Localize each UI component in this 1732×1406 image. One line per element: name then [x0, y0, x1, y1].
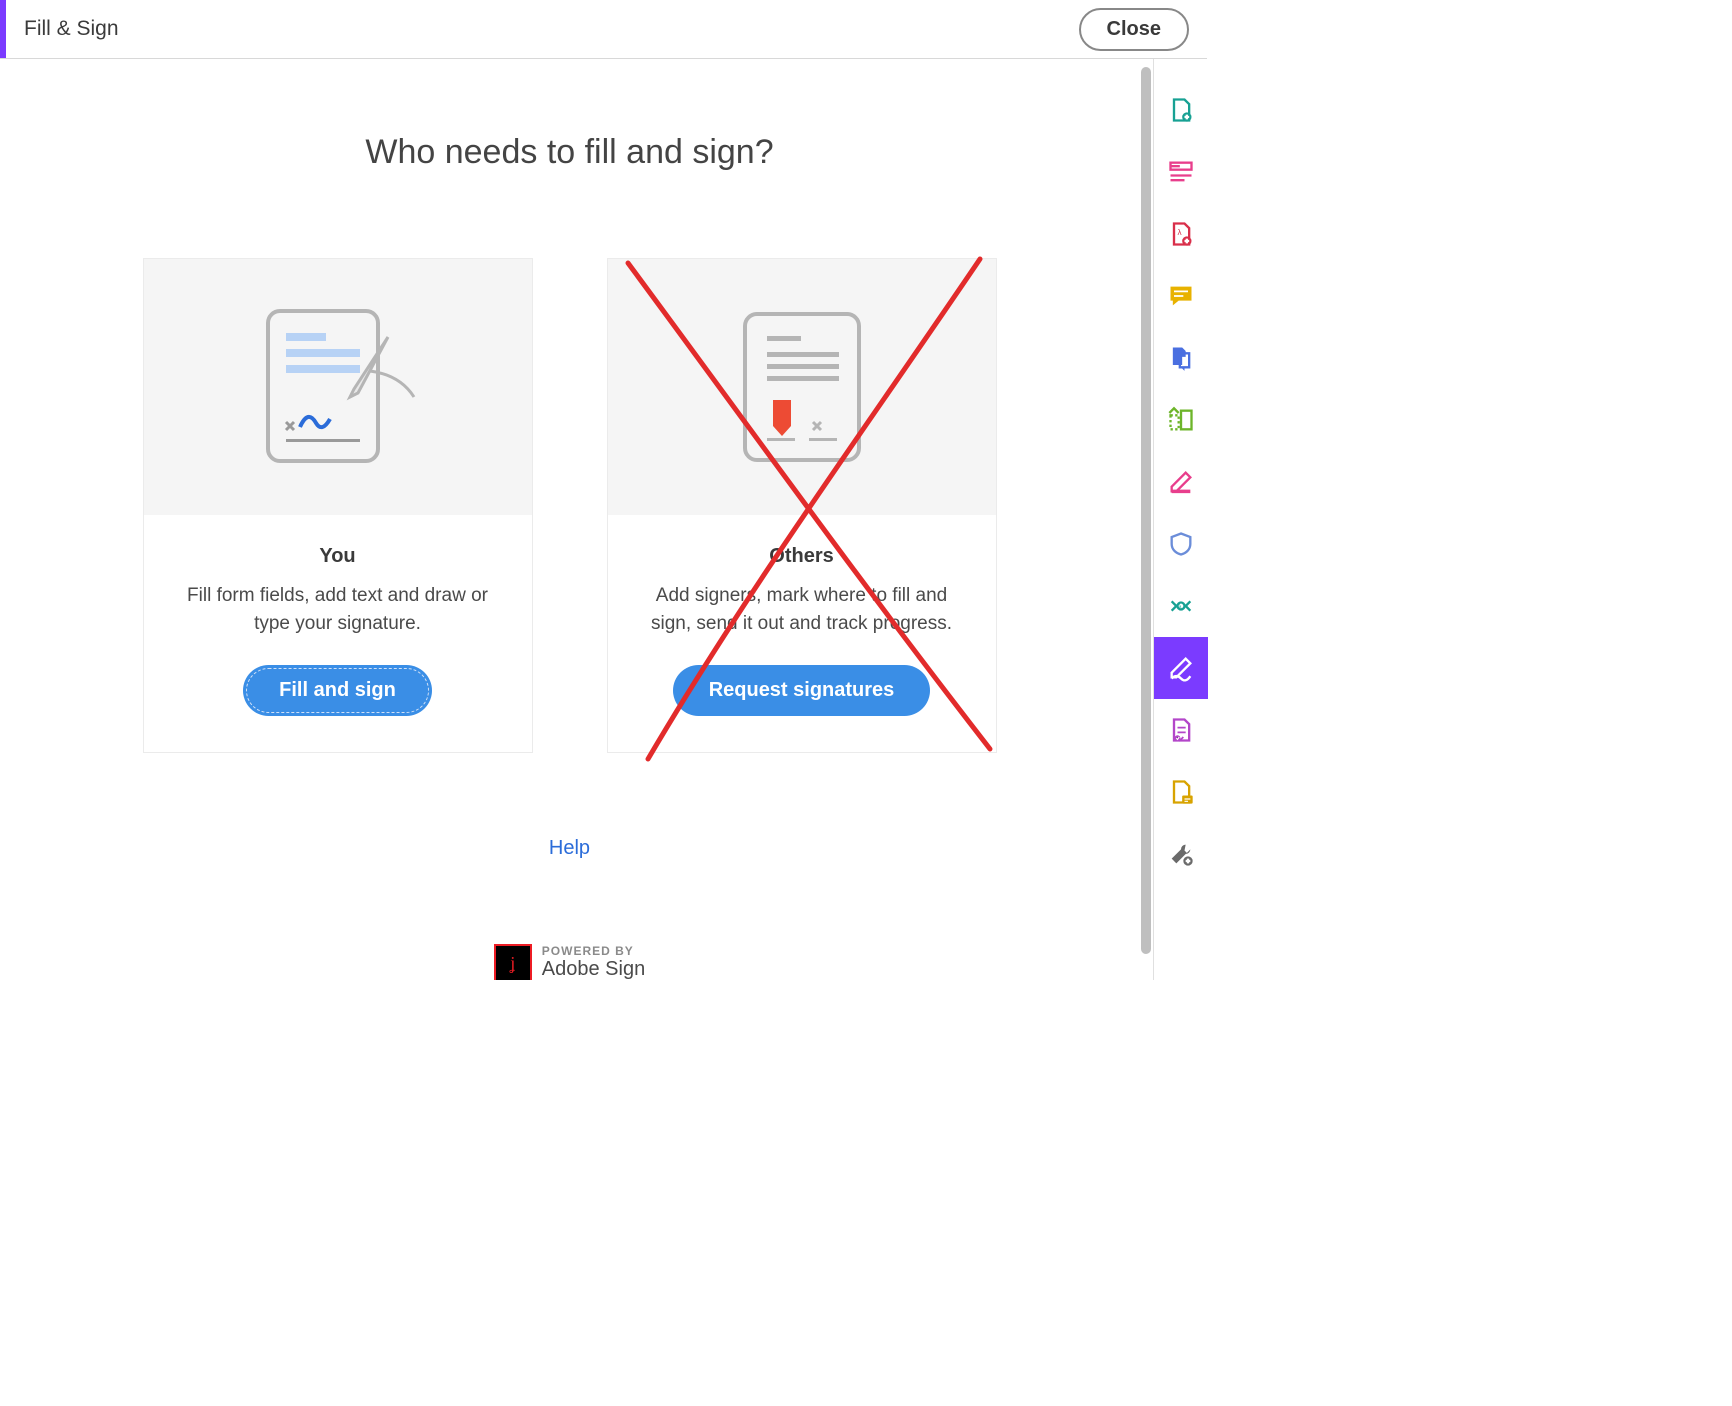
- protect-tool[interactable]: [1154, 513, 1208, 575]
- comment-icon: [1167, 282, 1195, 310]
- close-button[interactable]: Close: [1079, 8, 1189, 51]
- prepare-form-tool[interactable]: [1154, 699, 1208, 761]
- help-link[interactable]: Help: [0, 837, 1139, 860]
- request-signatures-button[interactable]: Request signatures: [673, 665, 931, 716]
- more-tools-icon: [1167, 840, 1195, 868]
- others-card-desc: Add signers, mark where to fill and sign…: [636, 582, 968, 637]
- you-card: You Fill form fields, add text and draw …: [143, 258, 533, 753]
- edit-pdf-icon: [1167, 158, 1195, 186]
- export-pdf-tool[interactable]: [1154, 79, 1208, 141]
- cards-row: You Fill form fields, add text and draw …: [0, 258, 1139, 753]
- scrollbar-thumb[interactable]: [1141, 67, 1151, 954]
- you-illustration: [144, 259, 532, 515]
- you-card-title: You: [172, 545, 504, 568]
- combine-files-icon: [1167, 344, 1195, 372]
- you-card-desc: Fill form fields, add text and draw or t…: [172, 582, 504, 637]
- page-title: Fill & Sign: [24, 17, 119, 41]
- header-left: Fill & Sign: [0, 0, 119, 58]
- create-pdf-tool[interactable]: λ: [1154, 203, 1208, 265]
- svg-text:λ: λ: [1178, 604, 1181, 610]
- comment-tool[interactable]: [1154, 265, 1208, 327]
- others-card-title: Others: [636, 545, 968, 568]
- others-card-body: Others Add signers, mark where to fill a…: [608, 515, 996, 752]
- fill-and-sign-button[interactable]: Fill and sign: [243, 665, 432, 716]
- powered-brand: Adobe Sign: [542, 958, 645, 980]
- content-scrollbar[interactable]: [1139, 59, 1153, 980]
- compress-tool[interactable]: λ: [1154, 575, 1208, 637]
- edit-pdf-tool[interactable]: [1154, 141, 1208, 203]
- combine-files-tool[interactable]: [1154, 327, 1208, 389]
- export-pdf-icon: [1167, 96, 1195, 124]
- more-tools-tool[interactable]: [1154, 823, 1208, 885]
- main-heading: Who needs to fill and sign?: [0, 133, 1139, 172]
- request-signature-icon: [717, 302, 887, 472]
- header-bar: Fill & Sign Close: [0, 0, 1207, 59]
- tools-rail: λ λ: [1153, 59, 1207, 980]
- powered-label: POWERED BY: [542, 945, 645, 959]
- content-area: Who needs to fill and sign?: [0, 59, 1139, 980]
- create-pdf-icon: λ: [1167, 220, 1195, 248]
- accent-strip: [0, 0, 6, 58]
- fill-sign-icon: [1167, 654, 1195, 682]
- redact-icon: [1167, 468, 1195, 496]
- you-card-body: You Fill form fields, add text and draw …: [144, 515, 532, 752]
- protect-icon: [1167, 530, 1195, 558]
- powered-text: POWERED BY Adobe Sign: [542, 945, 645, 980]
- powered-by: ʝ POWERED BY Adobe Sign: [0, 944, 1139, 980]
- others-illustration: [608, 259, 996, 515]
- redact-tool[interactable]: [1154, 451, 1208, 513]
- fill-sign-tool[interactable]: [1154, 637, 1208, 699]
- prepare-form-icon: [1167, 716, 1195, 744]
- compress-icon: λ: [1167, 592, 1195, 620]
- adobe-sign-logo-icon: ʝ: [494, 944, 532, 980]
- others-card: Others Add signers, mark where to fill a…: [607, 258, 997, 753]
- svg-text:λ: λ: [1177, 228, 1181, 237]
- send-for-comments-tool[interactable]: [1154, 761, 1208, 823]
- organize-pages-tool[interactable]: [1154, 389, 1208, 451]
- sign-document-icon: [238, 297, 438, 477]
- organize-pages-icon: [1167, 406, 1195, 434]
- send-for-comments-icon: [1167, 778, 1195, 806]
